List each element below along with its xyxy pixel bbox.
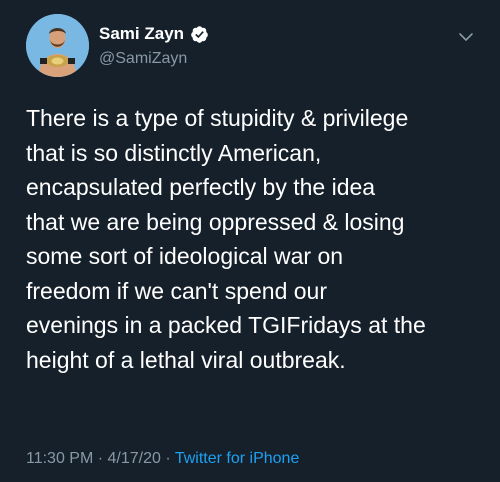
avatar[interactable] [26,14,89,77]
tweet-line: evenings in a packed TGIFridays at the [26,312,426,338]
meta-separator: · [160,450,175,467]
tweet-line: freedom if we can't spend our [26,277,327,304]
user-handle[interactable]: @SamiZayn [99,50,187,68]
name-row: Sami Zayn [99,24,209,44]
meta-separator: · [93,450,108,467]
tweet-time[interactable]: 11:30 PM [26,450,93,467]
tweet-line: some sort of ideological war on [26,243,344,269]
tweet-text: There is a type of stupidity & privilege… [26,101,488,377]
display-name[interactable]: Sami Zayn [99,24,184,44]
tweet-card: Sami Zayn @SamiZayn There is a type of s… [0,0,500,482]
tweet-line: There is a type of stupidity & privilege [26,105,409,131]
verified-badge-icon [190,25,209,44]
avatar-image [26,14,89,77]
tweet-line: height of a lethal viral outbreak. [26,346,346,373]
tweet-line: encapsulated perfectly by the idea [26,174,376,200]
tweet-line: that we are being oppressed & losing [26,208,405,235]
tweet-date[interactable]: 4/17/20 [108,450,161,467]
tweet-line: that is so distinctly American, [26,139,322,166]
tweet-source-link[interactable]: Twitter for iPhone [175,450,300,467]
tweet-meta: 11:30 PM · 4/17/20 · Twitter for iPhone [26,449,299,469]
chevron-down-icon[interactable] [458,30,474,42]
